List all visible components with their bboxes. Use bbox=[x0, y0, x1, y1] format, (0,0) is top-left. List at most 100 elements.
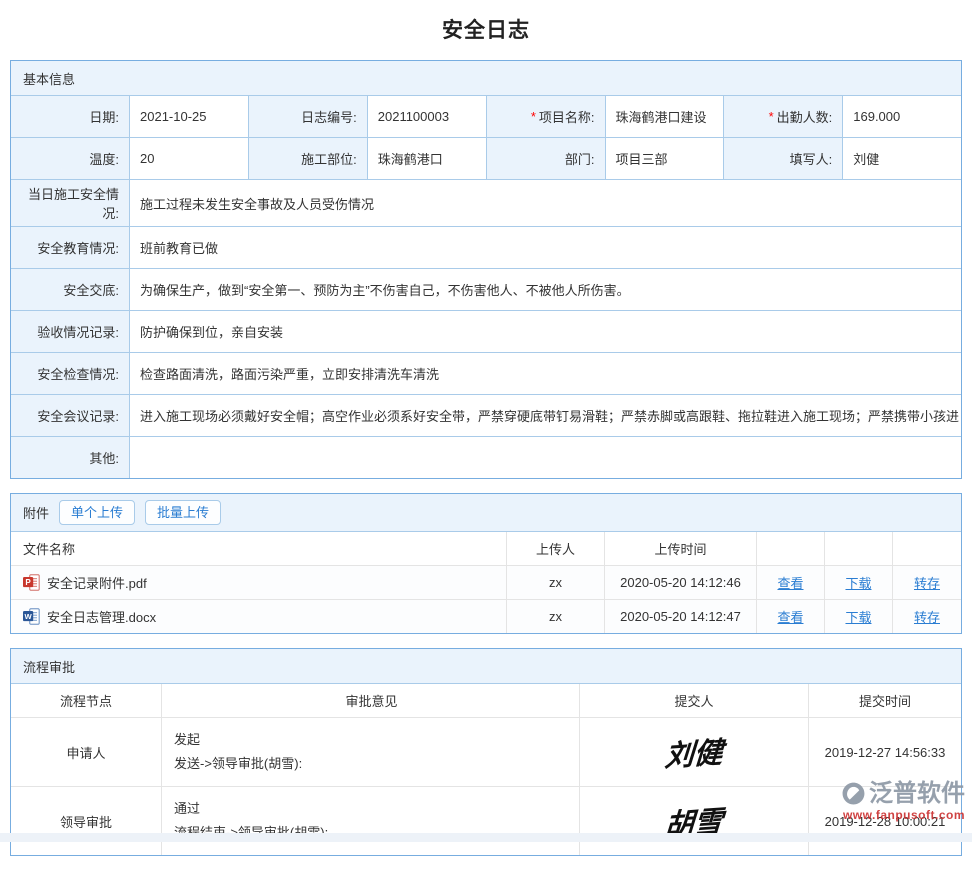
opinion-cell: 通过 流程结束->领导审批(胡雪): bbox=[162, 787, 580, 855]
page-title: 安全日志 bbox=[10, 14, 962, 44]
other-label: 其他: bbox=[11, 437, 130, 478]
saveas-action-cell: 转存 bbox=[893, 600, 961, 633]
attachments-header-row: 文件名称 上传人 上传时间 bbox=[11, 532, 961, 566]
required-asterisk: * bbox=[531, 109, 536, 124]
opinion-cell: 发起 发送->领导审批(胡雪): bbox=[162, 718, 580, 786]
action-column-header bbox=[893, 532, 961, 565]
opinion-action: 通过 bbox=[174, 797, 200, 821]
upload-time-cell: 2020-05-20 14:12:47 bbox=[605, 600, 757, 633]
batch-upload-button[interactable]: 批量上传 bbox=[145, 500, 221, 526]
temperature-value: 20 bbox=[130, 138, 249, 179]
attendance-value: 169.000 bbox=[843, 96, 961, 137]
department-label-text: 部门: bbox=[565, 149, 595, 168]
construction-part-label-text: 施工部位: bbox=[301, 149, 357, 168]
safety-log-page: 安全日志 基本信息 日期: 2021-10-25 日志编号: 202110000… bbox=[0, 0, 972, 880]
saveas-link[interactable]: 转存 bbox=[914, 573, 940, 592]
construction-part-value: 珠海鹤港口 bbox=[368, 138, 487, 179]
submitter-cell: 胡雪 bbox=[580, 787, 809, 855]
saveas-link[interactable]: 转存 bbox=[914, 607, 940, 626]
download-link[interactable]: 下载 bbox=[845, 573, 871, 592]
download-action-cell: 下载 bbox=[825, 600, 893, 633]
file-row-pdf: P 安全记录附件.pdf zx 2020-05-20 14:12:46 查看 下… bbox=[11, 566, 961, 600]
download-action-cell: 下载 bbox=[825, 566, 893, 599]
view-action-cell: 查看 bbox=[757, 566, 825, 599]
temperature-label-text: 温度: bbox=[89, 149, 119, 168]
date-value: 2021-10-25 bbox=[130, 96, 249, 137]
attachments-panel: 附件 单个上传 批量上传 文件名称 上传人 上传时间 bbox=[10, 493, 962, 634]
safety-inspection-label: 安全检查情况: bbox=[11, 353, 130, 394]
safety-education-row: 安全教育情况: 班前教育已做 bbox=[11, 227, 961, 269]
action-column-header bbox=[757, 532, 825, 565]
upload-time-cell: 2020-05-20 14:12:46 bbox=[605, 566, 757, 599]
pdf-file-icon: P bbox=[23, 574, 40, 591]
acceptance-record-value: 防护确保到位，亲自安装 bbox=[130, 311, 961, 352]
daily-safety-value: 施工过程未发生安全事故及人员受伤情况 bbox=[130, 180, 961, 226]
opinion-column-header: 审批意见 bbox=[162, 684, 580, 717]
approval-section-title: 流程审批 bbox=[11, 649, 961, 684]
submit-time-cell: 2019-12-27 14:56:33 bbox=[809, 718, 961, 786]
file-name-column-header: 文件名称 bbox=[11, 532, 507, 565]
writer-label: 填写人: bbox=[724, 138, 843, 179]
acceptance-record-label: 验收情况记录: bbox=[11, 311, 130, 352]
submit-time-cell: 2019-12-28 10:00:21 bbox=[809, 787, 961, 855]
node-cell: 领导审批 bbox=[11, 787, 162, 855]
file-name-text: 安全日志管理.docx bbox=[47, 607, 156, 626]
approval-panel: 流程审批 流程节点 审批意见 提交人 提交时间 申请人 发起 发送->领导审批(… bbox=[10, 648, 962, 856]
attachments-section-title: 附件 bbox=[23, 503, 49, 522]
saveas-action-cell: 转存 bbox=[893, 566, 961, 599]
download-link[interactable]: 下载 bbox=[845, 607, 871, 626]
safety-inspection-row: 安全检查情况: 检查路面清洗，路面污染严重，立即安排清洗车清洗 bbox=[11, 353, 961, 395]
safety-education-value: 班前教育已做 bbox=[130, 227, 961, 268]
file-name-cell: W 安全日志管理.docx bbox=[11, 600, 507, 633]
bottom-strip bbox=[0, 833, 972, 842]
submitter-column-header: 提交人 bbox=[580, 684, 809, 717]
view-action-cell: 查看 bbox=[757, 600, 825, 633]
opinion-route: 发送->领导审批(胡雪): bbox=[174, 752, 302, 776]
department-value: 项目三部 bbox=[606, 138, 725, 179]
node-column-header: 流程节点 bbox=[11, 684, 162, 717]
basic-info-row-1: 日期: 2021-10-25 日志编号: 2021100003 * 项目名称: … bbox=[11, 96, 961, 138]
submitter-signature: 刘健 bbox=[664, 729, 725, 775]
safety-disclosure-value: 为确保生产，做到“安全第一、预防为主”不伤害自己，不伤害他人、不被他人所伤害。 bbox=[130, 269, 961, 310]
log-number-label: 日志编号: bbox=[249, 96, 368, 137]
file-row-docx: W 安全日志管理.docx zx 2020-05-20 14:12:47 查看 … bbox=[11, 600, 961, 633]
attachments-section-header: 附件 单个上传 批量上传 bbox=[11, 494, 961, 532]
log-number-value: 2021100003 bbox=[368, 96, 487, 137]
project-name-label: * 项目名称: bbox=[487, 96, 606, 137]
file-name-text: 安全记录附件.pdf bbox=[47, 573, 147, 592]
daily-safety-label: 当日施工安全情况: bbox=[11, 180, 130, 226]
uploader-cell: zx bbox=[507, 566, 605, 599]
basic-info-row-2: 温度: 20 施工部位: 珠海鹤港口 部门: 项目三部 填写人: 刘健 bbox=[11, 138, 961, 180]
svg-text:P: P bbox=[25, 578, 31, 587]
safety-education-label: 安全教育情况: bbox=[11, 227, 130, 268]
approval-row-applicant: 申请人 发起 发送->领导审批(胡雪): 刘健 2019-12-27 14:56… bbox=[11, 718, 961, 787]
approval-row-leader: 领导审批 通过 流程结束->领导审批(胡雪): 胡雪 2019-12-28 10… bbox=[11, 787, 961, 855]
single-upload-button[interactable]: 单个上传 bbox=[59, 500, 135, 526]
log-number-label-text: 日志编号: bbox=[301, 107, 357, 126]
attendance-label: * 出勤人数: bbox=[724, 96, 843, 137]
temperature-label: 温度: bbox=[11, 138, 130, 179]
uploader-column-header: 上传人 bbox=[507, 532, 605, 565]
other-row: 其他: bbox=[11, 437, 961, 478]
basic-info-panel: 基本信息 日期: 2021-10-25 日志编号: 2021100003 * 项… bbox=[10, 60, 962, 479]
submit-time-column-header: 提交时间 bbox=[809, 684, 961, 717]
view-link[interactable]: 查看 bbox=[777, 573, 803, 592]
safety-disclosure-row: 安全交底: 为确保生产，做到“安全第一、预防为主”不伤害自己，不伤害他人、不被他… bbox=[11, 269, 961, 311]
safety-meeting-label: 安全会议记录: bbox=[11, 395, 130, 436]
construction-part-label: 施工部位: bbox=[249, 138, 368, 179]
opinion-action: 发起 bbox=[174, 728, 200, 752]
view-link[interactable]: 查看 bbox=[777, 607, 803, 626]
project-name-value: 珠海鹤港口建设 bbox=[606, 96, 725, 137]
safety-inspection-value: 检查路面清洗，路面污染严重，立即安排清洗车清洗 bbox=[130, 353, 961, 394]
word-file-icon: W bbox=[23, 608, 40, 625]
svg-text:W: W bbox=[24, 612, 32, 621]
uploader-cell: zx bbox=[507, 600, 605, 633]
safety-meeting-row: 安全会议记录: 进入施工现场必须戴好安全帽；高空作业必须系好安全带，严禁穿硬底带… bbox=[11, 395, 961, 437]
writer-label-text: 填写人: bbox=[790, 149, 833, 168]
date-label-text: 日期: bbox=[89, 107, 119, 126]
required-asterisk: * bbox=[769, 109, 774, 124]
acceptance-record-row: 验收情况记录: 防护确保到位，亲自安装 bbox=[11, 311, 961, 353]
writer-value: 刘健 bbox=[843, 138, 961, 179]
action-column-header bbox=[825, 532, 893, 565]
submitter-cell: 刘健 bbox=[580, 718, 809, 786]
